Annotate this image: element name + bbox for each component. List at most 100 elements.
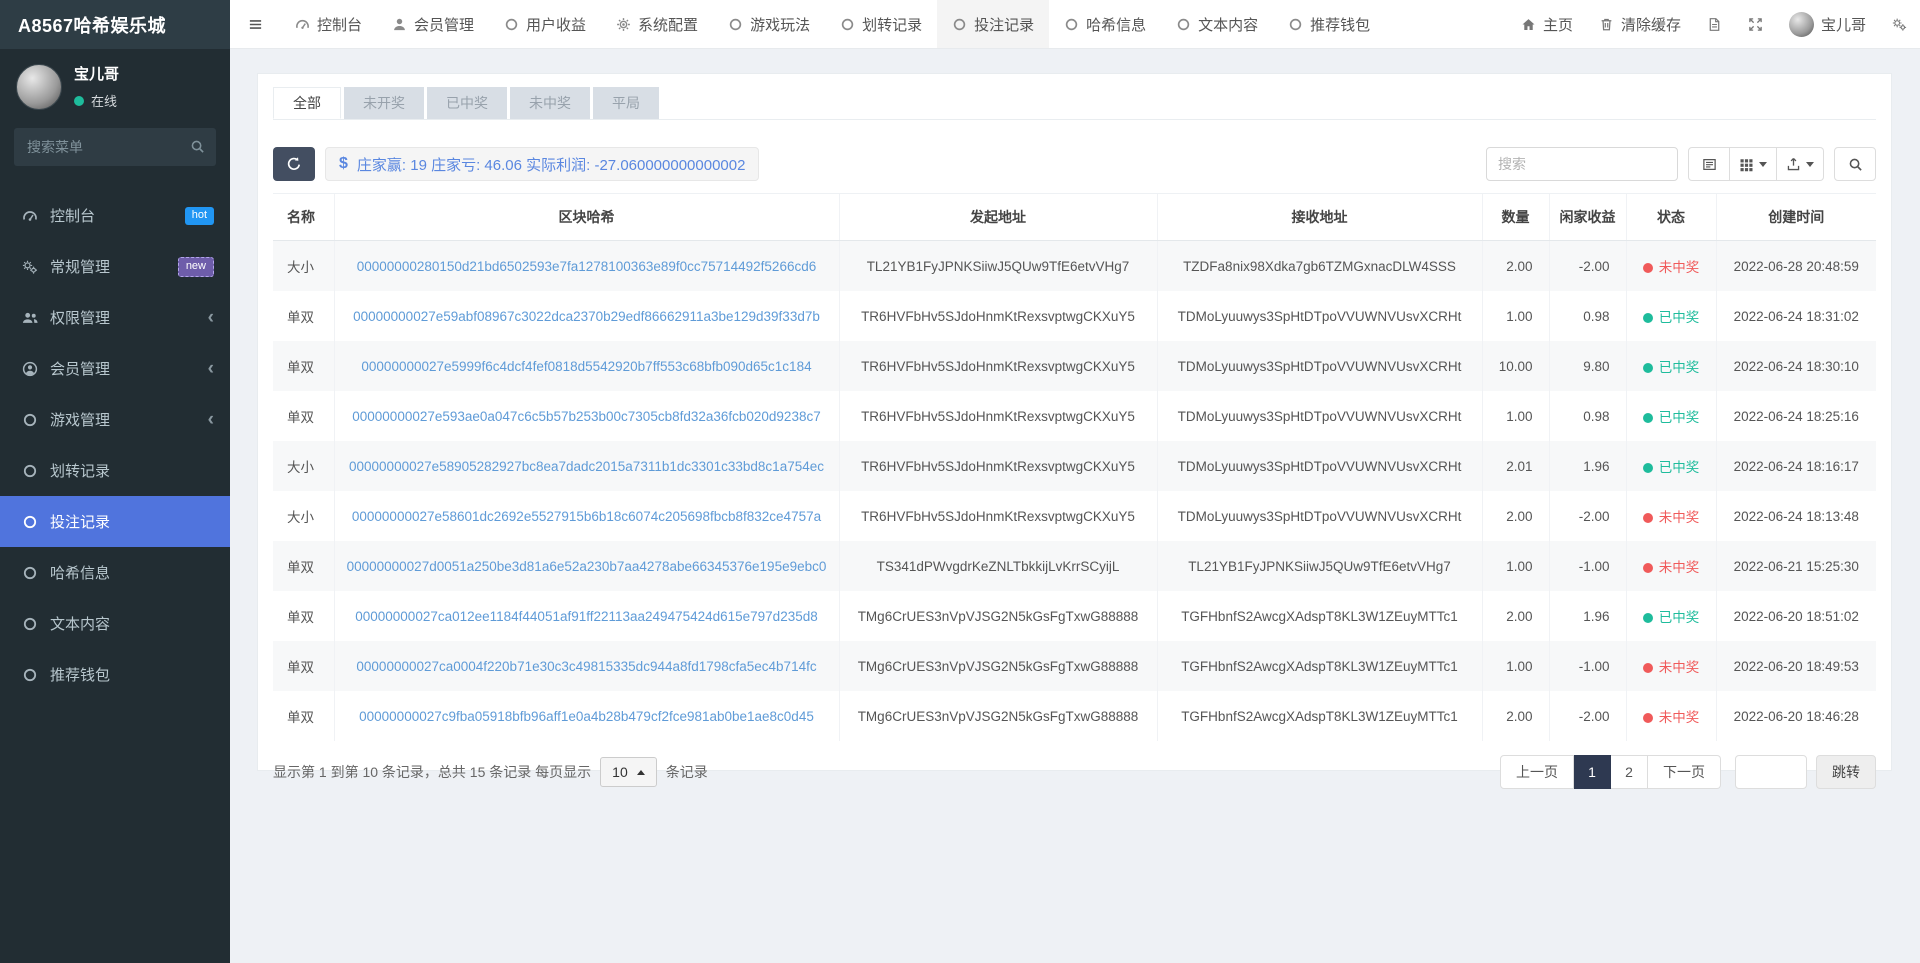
status-label: 未中奖 (1658, 710, 1700, 725)
fullscreen-button[interactable] (1735, 0, 1776, 48)
status-dot-icon (1642, 513, 1653, 523)
column-header-amount[interactable]: 数量 (1481, 193, 1549, 241)
topnav-item-label: 投注记录 (974, 16, 1035, 34)
sidebar-item-bet-log[interactable]: 投注记录 (0, 496, 230, 547)
refresh-button[interactable] (273, 147, 315, 181)
topnav: 控制台 会员管理 用户收益 系统配置 游戏玩法 划转记录 投注记录 哈希信息 文本内容 推荐钱包 … (230, 0, 1920, 49)
topnav-item-hash-info[interactable]: 哈希信息 (1049, 0, 1161, 48)
cell-from-address: TR6HVFbHv5SJdoHnmKtRexsvptwgCKXuY5 (838, 441, 1157, 491)
avatar (1788, 11, 1814, 37)
menu-search-input[interactable] (14, 128, 216, 166)
column-header-status[interactable]: 状态 (1625, 193, 1716, 241)
cell-block-hash: 00000000027e58601dc2692e5527915b6b18c607… (333, 491, 839, 541)
sidebar-item-label: 会员管理 (50, 361, 111, 378)
sidebar-item-wallet[interactable]: 推荐钱包 (0, 649, 230, 700)
topnav-item-text-content[interactable]: 文本内容 (1161, 0, 1273, 48)
topnav-item-label: 游戏玩法 (750, 16, 811, 34)
clear-cache-button[interactable]: 清除缓存 (1586, 0, 1694, 48)
cell-status: 未中奖 (1625, 641, 1716, 691)
jump-page-input[interactable] (1735, 755, 1807, 789)
block-hash-link[interactable]: 00000000027e5999f6c4dcf4fef0818d5542920b… (361, 359, 811, 374)
page-size-select[interactable]: 10 (600, 757, 657, 787)
cell-name: 大小 (273, 441, 334, 491)
block-hash-link[interactable]: 00000000027ca012ee1184f44051af91ff22113a… (355, 609, 817, 624)
tab-all[interactable]: 全部 (273, 87, 341, 119)
topnav-item-transfer-log[interactable]: 划转记录 (825, 0, 937, 48)
sidebar-item-label: 投注记录 (50, 514, 111, 531)
block-hash-link[interactable]: 00000000027ca0004f220b71e30c3c49815335dc… (356, 659, 816, 674)
cell-player-profit: -2.00 (1548, 691, 1626, 741)
export-button[interactable] (1777, 147, 1824, 181)
jump-button[interactable]: 跳转 (1816, 755, 1876, 789)
cell-block-hash: 00000000027d0051a250be3d81a6e52a230b7aa4… (333, 541, 839, 591)
avatar (16, 63, 62, 110)
table-row: 单双 00000000027c9fba05918bfb96aff1e0a4b28b… (273, 691, 1876, 741)
home-button[interactable]: 主页 (1508, 0, 1586, 48)
page-button-1[interactable]: 1 (1574, 755, 1611, 789)
topnav-item-system-config[interactable]: 系统配置 (601, 0, 713, 48)
search-toggle-button[interactable] (1834, 147, 1876, 181)
block-hash-link[interactable]: 00000000027e59abf08967c3022dca2370b29edf… (353, 309, 820, 324)
topnav-item-user-profit[interactable]: 用户收益 (489, 0, 601, 48)
prev-page-button[interactable]: 上一页 (1500, 755, 1574, 789)
cell-to-address: TDMoLyuuwys3SpHtDTpoVVUWNVUsvXCRHt (1156, 441, 1482, 491)
topnav-item-member[interactable]: 会员管理 (377, 0, 489, 48)
user-menu[interactable]: 宝儿哥 (1776, 0, 1879, 48)
sidebar-item-hash-info[interactable]: 哈希信息 (0, 547, 230, 598)
detail-view-button[interactable] (1688, 147, 1730, 181)
topnav-item-bet-log[interactable]: 投注记录 (937, 0, 1050, 48)
cell-to-address: TGFHbnfS2AwcgXAdspT8KL3W1ZEuyMTTc1 (1156, 691, 1482, 741)
column-header-from-address[interactable]: 发起地址 (838, 193, 1157, 241)
hamburger-menu-icon[interactable] (230, 0, 280, 48)
cell-block-hash: 00000000027e59abf08967c3022dca2370b29edf… (333, 291, 839, 341)
status-label: 已中奖 (1658, 460, 1700, 475)
sidebar-item-member[interactable]: 会员管理 ‹ (0, 343, 230, 394)
cell-amount: 2.00 (1481, 591, 1549, 641)
sidebar-user-panel: 宝儿哥 在线 (0, 49, 230, 122)
columns-toggle-button[interactable] (1730, 147, 1777, 181)
sidebar-item-game[interactable]: 游戏管理 ‹ (0, 394, 230, 445)
column-header-player-profit[interactable]: 闲家收益 (1548, 193, 1626, 241)
tab-draw[interactable]: 平局 (593, 87, 659, 119)
block-hash-link[interactable]: 00000000027e58905282927bc8ea7dadc2015a73… (349, 459, 824, 474)
tab-pending[interactable]: 未开奖 (344, 87, 424, 119)
status-label: 未中奖 (1658, 510, 1700, 525)
cell-from-address: TR6HVFbHv5SJdoHnmKtRexsvptwgCKXuY5 (838, 491, 1157, 541)
cell-player-profit: -1.00 (1548, 541, 1626, 591)
topnav-item-wallet[interactable]: 推荐钱包 (1273, 0, 1385, 48)
column-header-block-hash[interactable]: 区块哈希 (333, 193, 839, 241)
sidebar-item-label: 文本内容 (50, 616, 111, 633)
column-header-to-address[interactable]: 接收地址 (1156, 193, 1482, 241)
cell-created-time: 2022-06-24 18:25:16 (1715, 391, 1876, 441)
pagination-info-text: 显示第 1 到第 10 条记录，总共 15 条记录 每页显示 (273, 764, 592, 780)
table-search-input[interactable] (1486, 147, 1678, 181)
settings-button[interactable] (1879, 0, 1920, 48)
circle-icon (504, 17, 519, 32)
sidebar-item-label: 推荐钱包 (50, 667, 111, 684)
page-button-2[interactable]: 2 (1611, 755, 1648, 789)
sidebar-item-general[interactable]: 常规管理 new (0, 241, 230, 292)
block-hash-link[interactable]: 00000000027c9fba05918bfb96aff1e0a4b28b47… (359, 709, 814, 724)
logs-button[interactable] (1694, 0, 1735, 48)
next-page-button[interactable]: 下一页 (1648, 755, 1721, 789)
block-hash-link[interactable]: 00000000280150d21bd6502593e7fa1278100363… (357, 259, 816, 274)
status-dot-icon (1642, 463, 1653, 473)
topnav-item-dashboard[interactable]: 控制台 (280, 0, 377, 48)
status-dot-icon (1642, 313, 1653, 323)
circle-icon (1176, 17, 1191, 32)
sidebar-item-transfer-log[interactable]: 划转记录 (0, 445, 230, 496)
tab-win[interactable]: 已中奖 (427, 87, 507, 119)
tachometer-icon (295, 17, 310, 32)
tab-lose[interactable]: 未中奖 (510, 87, 590, 119)
sidebar-item-dashboard[interactable]: 控制台 hot (0, 190, 230, 241)
cell-status: 已中奖 (1625, 391, 1716, 441)
block-hash-link[interactable]: 00000000027e58601dc2692e5527915b6b18c607… (352, 509, 821, 524)
block-hash-link[interactable]: 00000000027d0051a250be3d81a6e52a230b7aa4… (347, 559, 827, 574)
cell-block-hash: 00000000027ca0004f220b71e30c3c49815335dc… (333, 641, 839, 691)
topnav-item-game-play[interactable]: 游戏玩法 (713, 0, 825, 48)
sidebar-item-text-content[interactable]: 文本内容 (0, 598, 230, 649)
column-header-name[interactable]: 名称 (273, 193, 334, 241)
sidebar-item-permission[interactable]: 权限管理 ‹ (0, 292, 230, 343)
block-hash-link[interactable]: 00000000027e593ae0a047c6c5b57b253b00c730… (352, 409, 820, 424)
column-header-created-time[interactable]: 创建时间 (1715, 193, 1876, 241)
